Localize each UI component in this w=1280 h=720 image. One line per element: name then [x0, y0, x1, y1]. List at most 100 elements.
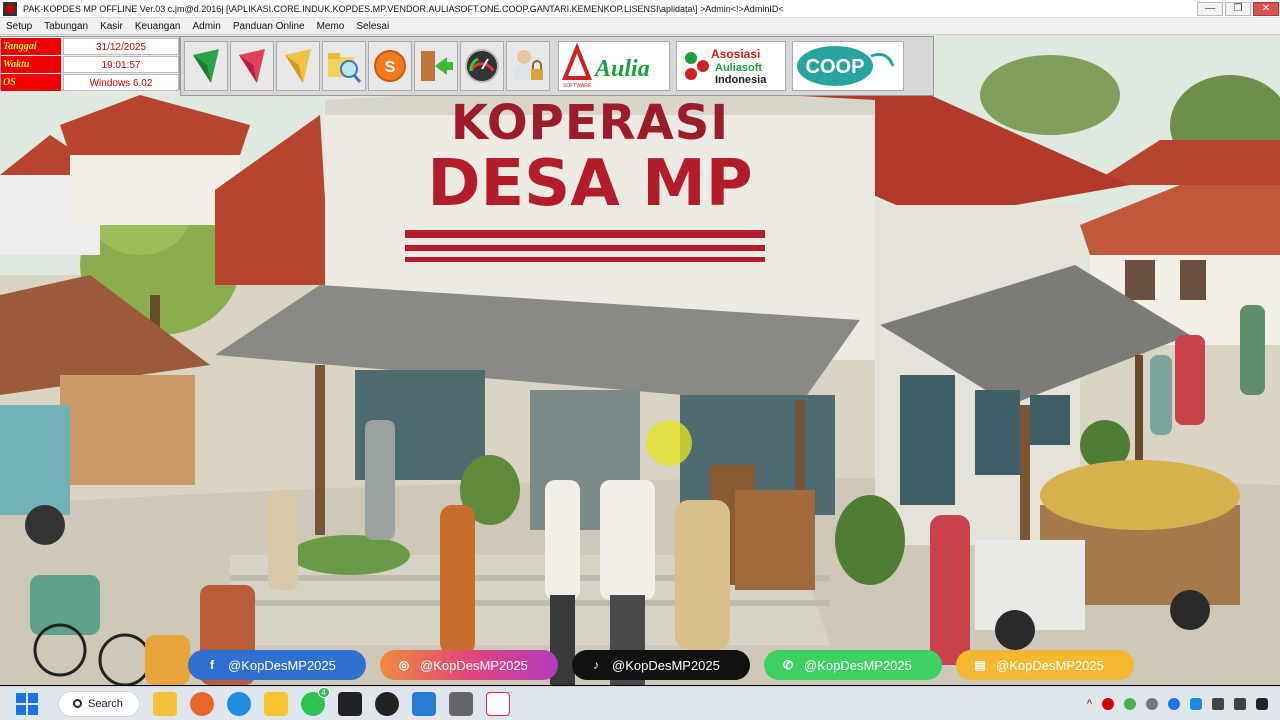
date-value: 31/12/2025: [63, 38, 179, 55]
os-value: Windows 6.02: [63, 74, 179, 91]
maximize-button[interactable]: ❐: [1225, 1, 1251, 16]
coop-logo-text: COOP: [806, 56, 865, 78]
menu-selesai[interactable]: Selesai: [350, 21, 395, 32]
system-tray: ^: [1087, 697, 1268, 710]
yellow-arrow-button[interactable]: [276, 41, 320, 91]
asosiasi-line-2: Auliasoft: [715, 62, 762, 74]
firefox-icon[interactable]: [190, 691, 214, 716]
windows-start-icon[interactable]: [16, 692, 38, 715]
date-label: Tanggal: [1, 38, 61, 55]
os-row: OS Windows 6.02: [1, 74, 179, 91]
volume-icon[interactable]: [1234, 697, 1246, 710]
sign-line-1: KOPERASI: [450, 95, 730, 151]
info-panel: Tanggal 31/12/2025 Waktu 19:01:57 OS Win…: [0, 36, 180, 91]
cloud-tray-icon[interactable]: [1146, 697, 1158, 710]
calculator-icon[interactable]: [449, 691, 473, 716]
menu-kasir[interactable]: Kasir: [94, 21, 129, 32]
record-tray-icon[interactable]: [1102, 697, 1114, 710]
whatsapp-link[interactable]: ✆ @KopDesMP2025: [764, 650, 942, 680]
asosiasi-auliasoft-logo: Asosiasi Auliasoft Indonesia: [676, 41, 786, 91]
app-yellow-icon[interactable]: [264, 691, 288, 716]
gauge-icon: [465, 49, 499, 83]
whatsapp-icon: ✆: [782, 658, 794, 672]
tiktok-link[interactable]: ♪ @KopDesMP2025: [572, 650, 750, 680]
tiktok-handle: @KopDesMP2025: [612, 657, 720, 673]
s-coin-icon: S: [374, 50, 406, 82]
notification-badge: 4: [317, 686, 330, 698]
kopdes-app-icon[interactable]: [486, 691, 510, 716]
aulia-software-logo: SOFTWARE Aulia: [558, 41, 670, 91]
tiktok-icon: ♪: [593, 658, 599, 672]
facebook-icon: f: [210, 658, 214, 672]
instagram-icon: ◎: [398, 658, 410, 672]
aulia-logo-graphic: SOFTWARE Aulia: [562, 42, 650, 89]
search-folder-button[interactable]: [322, 41, 366, 91]
coop-logo-graphic: COOP: [797, 46, 895, 86]
facebook-link[interactable]: f @KopDesMP2025: [188, 650, 366, 680]
menu-memo[interactable]: Memo: [311, 21, 351, 32]
dashboard-button[interactable]: [460, 41, 504, 91]
green-arrow-button[interactable]: [184, 41, 228, 91]
search-label: Search: [88, 697, 123, 710]
date-row: Tanggal 31/12/2025: [1, 38, 179, 55]
chrome-tray-icon[interactable]: [1124, 697, 1136, 710]
time-value: 19:01:57: [63, 56, 179, 73]
menu-admin[interactable]: Admin: [186, 21, 226, 32]
notification-bell-icon[interactable]: [1256, 697, 1268, 710]
os-label: OS: [1, 74, 61, 91]
aulia-logo-text: Aulia: [593, 56, 650, 82]
exit-button[interactable]: [414, 41, 458, 91]
file-explorer-icon[interactable]: [153, 691, 177, 716]
asosiasi-line-1: Asosiasi: [711, 47, 760, 61]
wifi-icon[interactable]: [1212, 697, 1224, 710]
main-toolbar: S SOFTWARE Aulia Asosiasi Auliasoft Indo…: [180, 36, 934, 96]
asosiasi-logo-graphic: Asosiasi Auliasoft Indonesia: [685, 47, 767, 86]
taskbar-search-box[interactable]: Search: [58, 690, 140, 717]
whatsapp-taskbar-icon[interactable]: 4: [301, 686, 330, 716]
user-lock-button[interactable]: [506, 41, 550, 91]
capcut-icon[interactable]: [338, 691, 362, 716]
record-icon[interactable]: [375, 691, 399, 716]
menu-keuangan[interactable]: Keuangan: [129, 21, 187, 32]
svg-text:S: S: [385, 59, 396, 76]
instagram-handle: @KopDesMP2025: [420, 657, 528, 673]
window-title: PAK-KOPDES MP OFFLINE Ver.03 c.|m@d.2016…: [23, 3, 784, 14]
menu-bar: Setup Tabungan Kasir Keuangan Admin Pand…: [0, 18, 1280, 35]
menu-tabungan[interactable]: Tabungan: [38, 21, 94, 32]
photos-icon[interactable]: [412, 691, 436, 716]
sign-text: KOPERASI DESA MP: [400, 95, 780, 217]
yellow-arrow-icon: [285, 49, 311, 83]
green-arrow-icon: [193, 49, 219, 83]
close-button[interactable]: ✕: [1253, 1, 1279, 16]
user-lock-icon: [514, 50, 543, 81]
instagram-link[interactable]: ◎ @KopDesMP2025: [380, 650, 558, 680]
minimize-button[interactable]: —: [1197, 1, 1223, 16]
microphone-icon[interactable]: [1190, 697, 1202, 710]
search-icon: [73, 699, 82, 708]
whatsapp-handle: @KopDesMP2025: [804, 657, 912, 673]
coop-logo: COOP: [792, 41, 904, 91]
red-arrow-icon: [239, 49, 265, 83]
time-row: Waktu 19:01:57: [1, 56, 179, 73]
menu-panduan-online[interactable]: Panduan Online: [227, 21, 311, 32]
aulia-software-text: SOFTWARE: [563, 83, 592, 89]
cursor-highlight: [646, 420, 692, 466]
folder-search-icon: [328, 53, 362, 83]
background-illustration: KOPERASI DESA MP: [0, 35, 1280, 685]
s-coin-button[interactable]: S: [368, 41, 412, 91]
document-icon: ▤: [974, 658, 986, 672]
red-arrow-button[interactable]: [230, 41, 274, 91]
app-icon: [3, 1, 17, 16]
sign-line-2: DESA MP: [427, 147, 753, 221]
browser-icon[interactable]: [227, 691, 251, 716]
title-bar: PAK-KOPDES MP OFFLINE Ver.03 c.|m@d.2016…: [0, 0, 1280, 18]
time-label: Waktu: [1, 56, 61, 73]
monitor-tray-icon[interactable]: [1168, 697, 1180, 710]
chevron-up-icon[interactable]: ^: [1087, 698, 1092, 710]
website-handle: @KopDesMP2025: [996, 657, 1104, 673]
menu-setup[interactable]: Setup: [0, 21, 38, 32]
website-link[interactable]: ▤ @KopDesMP2025: [956, 650, 1134, 680]
taskbar: Search 4 ^: [0, 686, 1280, 720]
facebook-handle: @KopDesMP2025: [228, 657, 336, 673]
social-links: f @KopDesMP2025 ◎ @KopDesMP2025 ♪ @KopDe…: [188, 650, 1134, 680]
